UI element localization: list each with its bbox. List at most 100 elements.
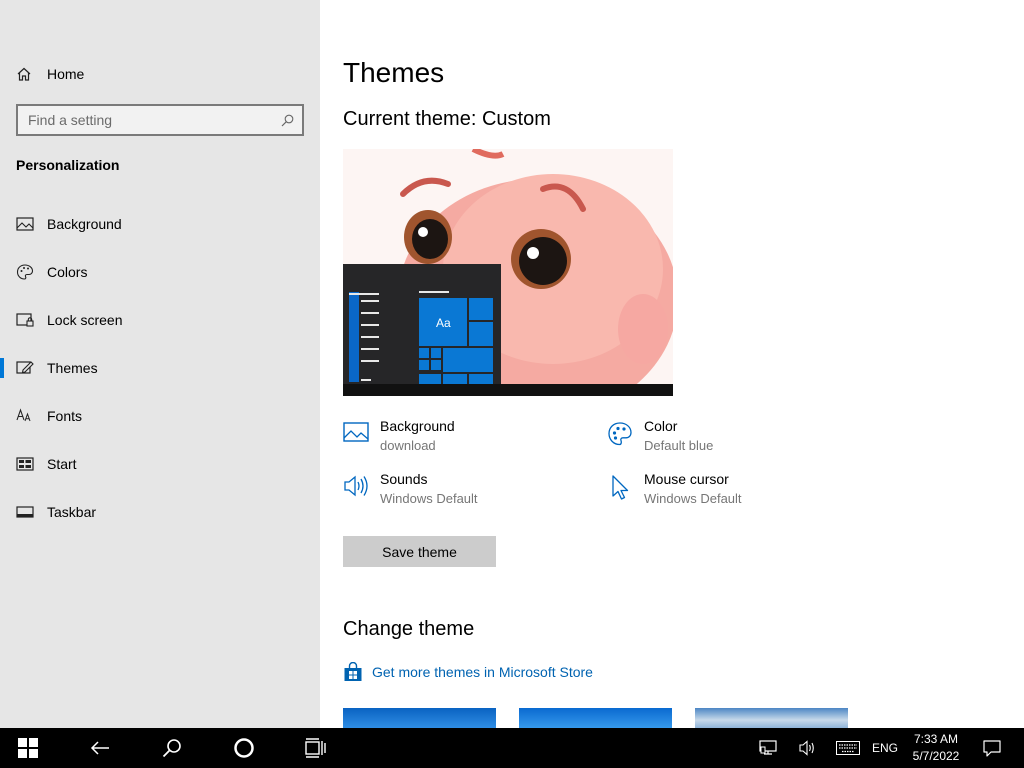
sidebar: Home Find a setting Personalization Back…	[0, 0, 320, 728]
preview-line	[361, 348, 379, 350]
preview-tile	[419, 374, 441, 384]
home-link[interactable]: Home	[16, 64, 84, 84]
property-value: Windows Default	[380, 491, 478, 506]
theme-thumbnails	[343, 708, 883, 728]
task-view-icon	[305, 738, 326, 758]
themes-icon	[16, 359, 34, 377]
task-view-button[interactable]	[296, 728, 336, 768]
preview-line	[361, 336, 379, 338]
sidebar-item-label: Themes	[47, 360, 98, 376]
section-title: Personalization	[16, 157, 120, 173]
touch-keyboard-button[interactable]	[832, 728, 864, 768]
cortana-icon	[234, 738, 254, 758]
theme-thumbnail[interactable]	[519, 708, 672, 728]
sidebar-item-label: Background	[47, 216, 122, 232]
color-property[interactable]: Color Default blue	[607, 418, 713, 453]
back-button[interactable]	[80, 728, 120, 768]
sidebar-item-fonts[interactable]: Fonts	[0, 392, 320, 440]
property-name: Sounds	[380, 471, 428, 487]
sounds-property[interactable]: Sounds Windows Default	[343, 471, 478, 506]
preview-tile	[443, 374, 467, 384]
image-icon	[16, 215, 34, 233]
network-icon	[759, 740, 777, 755]
preview-tile	[469, 322, 493, 346]
sidebar-item-colors[interactable]: Colors	[0, 248, 320, 296]
taskbar-icon	[16, 503, 34, 521]
sidebar-item-start[interactable]: Start	[0, 440, 320, 488]
sidebar-item-background[interactable]: Background	[0, 200, 320, 248]
store-link-label: Get more themes in Microsoft Store	[372, 664, 593, 680]
home-icon	[16, 66, 32, 82]
sidebar-item-lock-screen[interactable]: Lock screen	[0, 296, 320, 344]
notification-icon	[983, 739, 1001, 757]
background-property[interactable]: Background download	[343, 418, 455, 453]
preview-line	[361, 300, 379, 302]
change-theme-heading: Change theme	[343, 618, 475, 640]
search-input[interactable]: Find a setting	[16, 104, 304, 136]
property-name: Color	[644, 418, 678, 434]
preview-tile	[431, 360, 441, 370]
volume-icon	[799, 740, 814, 756]
clock[interactable]: 7:33 AM 5/7/2022	[904, 731, 968, 765]
keyboard-icon	[836, 741, 860, 755]
action-center-button[interactable]	[976, 728, 1008, 768]
search-button[interactable]	[152, 728, 192, 768]
preview-line	[361, 324, 379, 326]
preview-line	[361, 312, 379, 314]
save-theme-button[interactable]: Save theme	[343, 536, 496, 567]
home-label: Home	[47, 66, 85, 82]
palette-icon	[16, 263, 34, 281]
property-value: download	[380, 438, 436, 453]
property-name: Background	[380, 418, 455, 434]
back-arrow-icon	[90, 741, 109, 755]
preview-tile-wide	[443, 348, 493, 372]
sidebar-item-themes[interactable]: Themes	[0, 344, 320, 392]
clock-date: 5/7/2022	[912, 749, 960, 763]
preview-sidebar-strip	[349, 292, 359, 382]
clock-time: 7:33 AM	[913, 732, 959, 746]
theme-thumbnail[interactable]	[695, 708, 848, 728]
property-name: Mouse cursor	[644, 471, 729, 487]
sidebar-item-label: Fonts	[47, 408, 83, 424]
preview-line	[361, 360, 379, 362]
property-value: Default blue	[644, 438, 714, 453]
fonts-icon	[16, 407, 34, 425]
property-value: Windows Default	[644, 491, 742, 506]
preview-tile-label: Aa	[436, 316, 451, 330]
page-title: Themes	[343, 57, 445, 88]
preview-tile	[431, 348, 441, 358]
network-button[interactable]	[752, 728, 784, 768]
cortana-button[interactable]	[224, 728, 264, 768]
preview-tile	[419, 348, 429, 358]
taskbar: ENG 7:33 AM 5/7/2022	[0, 728, 1024, 768]
search-icon	[162, 739, 181, 758]
store-icon	[343, 662, 363, 682]
preview-taskbar	[343, 384, 673, 396]
sidebar-item-label: Lock screen	[47, 312, 123, 328]
speaker-icon	[343, 471, 369, 497]
palette-icon	[607, 418, 633, 446]
mouse-cursor-property[interactable]: Mouse cursor Windows Default	[607, 471, 742, 506]
search-icon[interactable]	[280, 113, 294, 127]
main-content: Themes Current theme: Custom Aa Backgrou…	[320, 0, 1024, 728]
sidebar-item-label: Taskbar	[47, 504, 97, 520]
language-indicator[interactable]: ENG	[868, 728, 902, 768]
store-link[interactable]: Get more themes in Microsoft Store	[343, 662, 593, 682]
windows-logo-icon	[18, 738, 38, 758]
preview-tile	[469, 298, 493, 320]
preview-tile	[419, 360, 429, 370]
start-button[interactable]	[0, 728, 56, 768]
start-icon	[16, 455, 34, 473]
sidebar-item-taskbar[interactable]: Taskbar	[0, 488, 320, 536]
current-theme-heading: Current theme: Custom	[343, 108, 551, 130]
volume-button[interactable]	[792, 728, 824, 768]
cursor-icon	[607, 471, 633, 500]
preview-line	[349, 293, 379, 295]
theme-preview: Aa	[343, 149, 673, 396]
image-icon	[343, 418, 369, 444]
sidebar-item-label: Colors	[47, 264, 88, 280]
sidebar-nav: Background Colors Lock screen Themes Fon…	[0, 200, 320, 536]
preview-line	[361, 379, 371, 381]
sidebar-item-label: Start	[47, 456, 77, 472]
theme-thumbnail[interactable]	[343, 708, 496, 728]
